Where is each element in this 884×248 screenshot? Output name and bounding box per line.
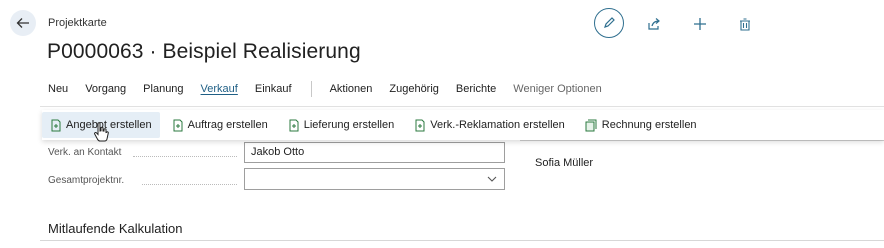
contact-label: Verk. an Kontakt [48,147,122,158]
menu-verkauf[interactable]: Verkauf [201,83,238,95]
create-delivery-button[interactable]: Lieferung erstellen [280,112,403,138]
menu-aktionen[interactable]: Aktionen [330,83,373,95]
new-button[interactable] [686,10,714,38]
right-field-line [520,140,884,141]
delete-button[interactable] [731,10,759,38]
create-order-label: Auftrag erstellen [187,119,268,131]
menu-weniger-optionen[interactable]: Weniger Optionen [513,83,601,95]
pencil-icon [604,17,615,28]
action-menu: Neu Vorgang Planung Verkauf Einkauf Akti… [48,81,619,97]
create-document-icon [415,119,425,131]
back-arrow-icon [16,18,29,28]
create-order-button[interactable]: Auftrag erstellen [164,112,276,138]
total-project-label: Gesamtprojektnr. [48,175,125,186]
trash-icon [740,18,750,31]
hand-cursor-icon [94,122,109,142]
invoice-icon [585,119,597,131]
menu-divider [40,106,884,107]
menu-zugehoerig[interactable]: Zugehörig [389,83,439,95]
edit-button[interactable] [594,8,624,38]
create-return-label: Verk.-Reklamation erstellen [430,119,565,131]
right-value: Sofia Müller [535,157,594,169]
contact-field[interactable]: Jakob Otto [244,142,505,163]
create-document-icon [51,119,61,131]
create-invoice-label: Rechnung erstellen [601,119,697,131]
page-subtitle: Projektkarte [48,17,107,29]
plus-icon [694,18,706,30]
sales-action-bar: Angebot erstellen Auftrag erstellen Lief… [42,110,884,140]
menu-planung[interactable]: Planung [143,83,183,95]
menu-neu[interactable]: Neu [48,83,68,95]
create-document-icon [173,119,183,131]
section-divider [40,240,884,241]
menu-berichte[interactable]: Berichte [456,83,496,95]
share-icon [648,18,660,30]
page-title: P0000063 · Beispiel Realisierung [47,40,361,63]
section-title: Mitlaufende Kalkulation [48,221,183,236]
back-button[interactable] [10,10,36,36]
create-return-button[interactable]: Verk.-Reklamation erstellen [406,112,573,138]
menu-separator [310,81,312,97]
menu-einkauf[interactable]: Einkauf [255,83,292,95]
create-delivery-label: Lieferung erstellen [303,119,395,131]
chevron-down-icon [487,176,497,182]
create-invoice-button[interactable]: Rechnung erstellen [577,112,705,138]
total-project-label-dots [142,184,237,185]
create-document-icon [289,119,299,131]
menu-vorgang[interactable]: Vorgang [85,83,126,95]
share-button[interactable] [640,10,668,38]
total-project-select[interactable] [244,168,505,190]
contact-label-dots [133,156,237,157]
